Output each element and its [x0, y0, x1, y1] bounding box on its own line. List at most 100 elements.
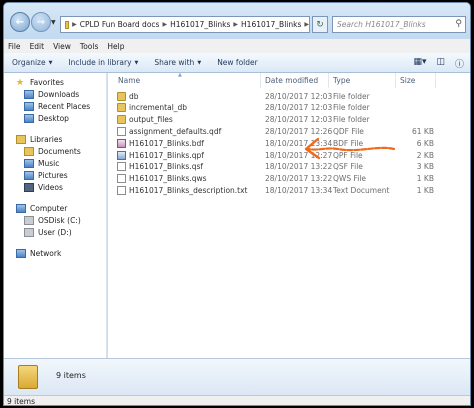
- file-name-cell: H161017_Blinks_description.txt: [117, 184, 248, 196]
- file-row[interactable]: db 28/10/2017 12:03 File folder: [108, 90, 470, 102]
- menu-file[interactable]: File: [8, 42, 21, 51]
- nav-label: Favorites: [30, 77, 64, 87]
- nav-label: Recent Places: [38, 101, 91, 111]
- file-row[interactable]: output_files 28/10/2017 12:03 File folder: [108, 114, 470, 126]
- search-input[interactable]: Search H161017_Blinks ⚲: [332, 16, 466, 33]
- breadcrumb-separator-icon[interactable]: ▶: [233, 21, 238, 28]
- chevron-down-icon: ▼: [134, 59, 139, 66]
- breadcrumb-separator-icon[interactable]: ▶: [72, 21, 77, 28]
- menu-view[interactable]: View: [53, 42, 71, 51]
- pictures-icon: [24, 170, 34, 180]
- nav-item-documents[interactable]: Documents: [4, 145, 106, 157]
- file-size: 61 KB: [412, 126, 434, 136]
- breadcrumb-separator-icon[interactable]: ▶: [162, 21, 167, 28]
- nav-item-videos[interactable]: Videos: [4, 181, 106, 193]
- file-date: 18/10/2017 13:34: [265, 185, 333, 195]
- file-row[interactable]: H161017_Blinks.qpf 18/10/2017 12:27 QPF Fi…: [108, 149, 470, 161]
- nav-network[interactable]: Network: [4, 247, 106, 259]
- file-row[interactable]: H161017_Blinks.qsf 18/10/2017 13:22 QSF Fi…: [108, 161, 470, 173]
- star-icon: ★: [16, 77, 25, 88]
- view-options-icon[interactable]: ▦▾: [413, 57, 426, 70]
- recent-places-icon: [24, 101, 34, 111]
- menu-tools[interactable]: Tools: [80, 42, 98, 51]
- explorer-window: ← → ▼ ▶ CPLD Fun Board docs ▶ H161017_Bl…: [3, 2, 471, 406]
- file-name-cell: assignment_defaults.qdf: [117, 125, 221, 137]
- file-type: File folder: [333, 103, 370, 113]
- nav-item-pictures[interactable]: Pictures: [4, 169, 106, 181]
- file-date: 18/10/2017 13:22: [265, 162, 333, 172]
- nav-label: Music: [38, 158, 60, 168]
- file-row[interactable]: incremental_db 28/10/2017 12:03 File folde…: [108, 102, 470, 114]
- breadcrumb-item[interactable]: H161017_Blinks: [170, 20, 230, 29]
- file-row[interactable]: H161017_Blinks_description.txt 18/10/2017…: [108, 184, 470, 196]
- address-bar[interactable]: ▶ CPLD Fun Board docs ▶ H161017_Blinks ▶…: [60, 16, 310, 33]
- menu-help[interactable]: Help: [107, 42, 124, 51]
- forward-button[interactable]: →: [31, 12, 51, 32]
- nav-favorites[interactable]: ★ Favorites: [4, 76, 106, 88]
- folder-icon: [18, 365, 38, 389]
- file-size: 1 KB: [416, 174, 434, 184]
- organize-button[interactable]: Organize ▼: [12, 58, 52, 67]
- file-row[interactable]: assignment_defaults.qdf 28/10/2017 12:26 Q…: [108, 125, 470, 137]
- status-item-count: 9 items: [7, 397, 36, 406]
- file-name: incremental_db: [129, 103, 188, 113]
- preview-pane-icon[interactable]: ◫: [436, 57, 445, 70]
- breadcrumb-separator-icon[interactable]: ▶: [304, 21, 309, 28]
- column-header-name[interactable]: Name: [114, 73, 261, 88]
- nav-item-music[interactable]: Music: [4, 157, 106, 169]
- search-placeholder: Search H161017_Blinks: [337, 20, 426, 29]
- forward-arrow-icon: →: [36, 16, 46, 28]
- file-size: [406, 114, 434, 126]
- file-type: QSF File: [333, 162, 363, 172]
- file-date: 28/10/2017 12:03: [265, 115, 333, 125]
- videos-icon: [24, 182, 34, 192]
- nav-item-osdisk[interactable]: OSDisk (C:): [4, 214, 106, 226]
- back-button[interactable]: ←: [10, 12, 30, 32]
- breadcrumb-item[interactable]: H161017_Blinks: [241, 20, 301, 29]
- nav-label: User (D:): [38, 227, 72, 237]
- nav-item-downloads[interactable]: Downloads: [4, 88, 106, 100]
- file-name-cell: H161017_Blinks.qws: [117, 173, 207, 185]
- include-in-library-button[interactable]: Include in library ▼: [68, 58, 138, 67]
- command-bar: Organize ▼ Include in library ▼ Share with…: [4, 53, 470, 73]
- menu-bar: File Edit View Tools Help: [4, 39, 470, 53]
- details-item-count: 9 items: [56, 371, 86, 380]
- share-with-button[interactable]: Share with ▼: [154, 58, 201, 67]
- nav-label: OSDisk (C:): [38, 215, 81, 225]
- nav-libraries[interactable]: Libraries: [4, 133, 106, 145]
- new-folder-button[interactable]: New folder: [217, 58, 258, 67]
- column-header-type[interactable]: Type: [329, 73, 396, 88]
- help-icon[interactable]: ⓘ: [455, 57, 464, 70]
- drive-icon: [24, 215, 34, 225]
- nav-item-recent-places[interactable]: Recent Places: [4, 100, 106, 112]
- file-name-cell: incremental_db: [117, 102, 187, 114]
- navigation-pane: ★ Favorites Downloads Recent Places Deskt…: [4, 73, 107, 358]
- status-bar: 9 items: [4, 395, 470, 406]
- libraries-icon: [16, 134, 26, 144]
- nav-computer[interactable]: Computer: [4, 202, 106, 214]
- recent-pages-dropdown-icon[interactable]: ▼: [51, 19, 56, 26]
- file-row[interactable]: H161017_Blinks.bdf 18/10/2017 13:34 BDF Fi…: [108, 137, 470, 149]
- refresh-button[interactable]: ↻: [312, 16, 328, 33]
- music-icon: [24, 158, 34, 168]
- details-pane: 9 items: [4, 358, 470, 395]
- menu-edit[interactable]: Edit: [30, 42, 45, 51]
- computer-icon: [16, 203, 26, 213]
- nav-item-desktop[interactable]: Desktop: [4, 112, 106, 124]
- breadcrumb-item[interactable]: CPLD Fun Board docs: [80, 20, 160, 29]
- column-header-date[interactable]: Date modified: [261, 73, 329, 88]
- file-list: ▲ Name Date modified Type Size db 28/10/2…: [108, 72, 470, 358]
- back-arrow-icon: ←: [15, 16, 25, 28]
- search-icon[interactable]: ⚲: [455, 19, 462, 29]
- column-header-row: ▲ Name Date modified Type Size: [108, 72, 470, 88]
- nav-item-user-drive[interactable]: User (D:): [4, 226, 106, 238]
- column-header-size[interactable]: Size: [396, 73, 436, 88]
- desktop-icon: [24, 113, 34, 123]
- file-type: File folder: [333, 91, 370, 101]
- file-size: 3 KB: [416, 162, 434, 172]
- chevron-down-icon: ▼: [197, 59, 202, 66]
- file-name: H161017_Blinks.qpf: [129, 150, 204, 160]
- nav-label: Videos: [38, 182, 63, 192]
- file-row[interactable]: H161017_Blinks.qws 28/10/2017 13:22 QWS Fi…: [108, 173, 470, 185]
- file-size: [406, 102, 434, 114]
